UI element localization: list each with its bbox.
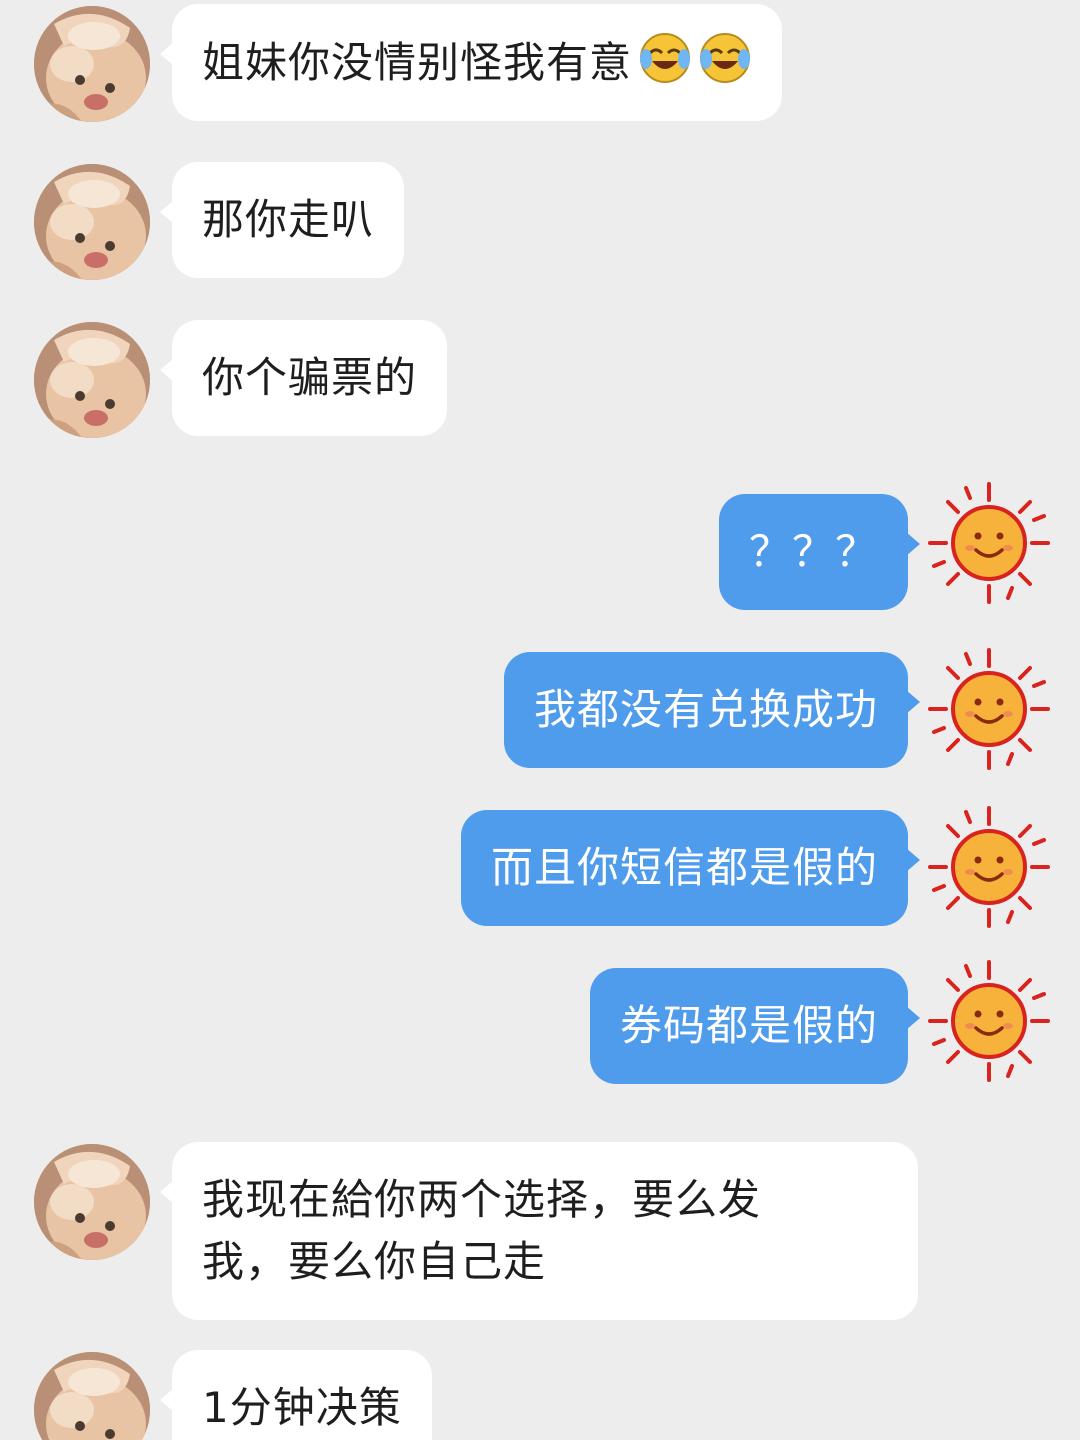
message-bubble-outgoing[interactable]: 我都没有兑换成功 [503, 652, 921, 768]
message-text: 那你走叭 [202, 195, 375, 244]
message-bubble-incoming[interactable]: 姐妹你没情别怪我有意 [159, 4, 783, 121]
message-text-line: 我现在給你两个选择，要么发 [202, 1175, 762, 1224]
message-text: 你个骗票的 [202, 353, 418, 402]
message-text: 姐妹你没情别怪我有意 [202, 38, 633, 87]
cat-avatar-icon[interactable] [34, 322, 150, 438]
message-bubble-outgoing[interactable]: 券码都是假的 [589, 968, 921, 1084]
message-text-line: 我，要么你自己走 [202, 1237, 547, 1286]
sun-avatar-icon[interactable] [924, 802, 1054, 932]
sun-avatar-icon[interactable] [924, 478, 1054, 608]
message-bubble-incoming[interactable]: 你个骗票的 [159, 320, 448, 436]
message-bubble-outgoing[interactable]: ？？？ [718, 494, 921, 610]
laughing-crying-emoji-icon [638, 31, 692, 85]
cat-avatar-icon[interactable] [34, 6, 150, 122]
message-text: 我都没有兑换成功 [533, 685, 878, 734]
message-text: 1分钟决策 [202, 1383, 402, 1432]
message-text: 券码都是假的 [619, 1001, 878, 1050]
cat-avatar-icon[interactable] [34, 1352, 150, 1440]
chat-window: 姐妹你没情别怪我有意 那你走叭 你个骗票的 ？？？ 我都没有兑换成功 而且你短信… [0, 0, 1080, 1440]
message-text: ？？？ [748, 527, 878, 576]
message-bubble-incoming[interactable]: 我现在給你两个选择，要么发 我，要么你自己走 [160, 1142, 918, 1320]
message-bubble-incoming[interactable]: 1分钟决策 [160, 1350, 432, 1440]
sun-avatar-icon[interactable] [924, 644, 1054, 774]
message-text: 而且你短信都是假的 [490, 843, 878, 892]
message-bubble-incoming[interactable]: 那你走叭 [159, 162, 405, 278]
laughing-crying-emoji-icon [698, 31, 752, 85]
cat-avatar-icon[interactable] [34, 164, 150, 280]
message-bubble-outgoing[interactable]: 而且你短信都是假的 [460, 810, 921, 926]
cat-avatar-icon[interactable] [34, 1144, 150, 1260]
sun-avatar-icon[interactable] [924, 956, 1054, 1086]
